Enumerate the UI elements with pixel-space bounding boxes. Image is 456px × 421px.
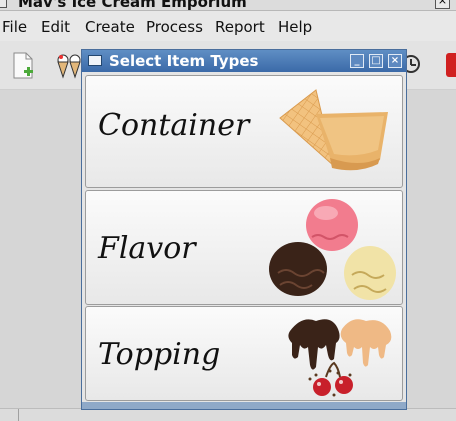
topping-button[interactable]: Topping bbox=[85, 306, 403, 401]
select-item-types-dialog: Select Item Types _ □ × Container Flavor bbox=[81, 49, 407, 410]
waffle-cone-cup-icon bbox=[279, 89, 388, 171]
menu-process[interactable]: Process bbox=[146, 18, 203, 36]
chocolate-caramel-cherries-icon bbox=[288, 319, 392, 397]
exit-icon[interactable] bbox=[446, 53, 456, 77]
container-button[interactable]: Container bbox=[85, 75, 403, 188]
topping-label: Topping bbox=[98, 337, 221, 372]
window-menu-icon[interactable] bbox=[0, 0, 7, 8]
menu-report[interactable]: Report bbox=[215, 18, 265, 36]
close-button[interactable]: × bbox=[388, 54, 402, 68]
app-title: Mav's Ice Cream Emporium bbox=[18, 0, 247, 11]
app-close-button[interactable]: × bbox=[435, 0, 450, 9]
menu-file[interactable]: File bbox=[2, 18, 27, 36]
container-label: Container bbox=[98, 108, 250, 143]
menubar: File Edit Create Process Report Help bbox=[0, 11, 456, 41]
new-document-button[interactable] bbox=[10, 51, 38, 81]
menu-help[interactable]: Help bbox=[278, 18, 312, 36]
flavor-label: Flavor bbox=[98, 231, 196, 266]
menu-create[interactable]: Create bbox=[85, 18, 135, 36]
dialog-titlebar[interactable]: Select Item Types _ □ × bbox=[82, 50, 406, 72]
ice-cream-scoops-icon bbox=[269, 199, 396, 300]
flavor-button[interactable]: Flavor bbox=[85, 190, 403, 305]
dialog-title: Select Item Types bbox=[109, 52, 259, 70]
minimize-button[interactable]: _ bbox=[350, 54, 364, 68]
new-document-icon bbox=[13, 52, 33, 79]
app-titlebar: Mav's Ice Cream Emporium × bbox=[0, 0, 456, 11]
maximize-button[interactable]: □ bbox=[369, 54, 383, 68]
menu-edit[interactable]: Edit bbox=[41, 18, 70, 36]
status-divider bbox=[18, 409, 19, 421]
dialog-window-icon[interactable] bbox=[88, 55, 102, 66]
dialog-bottom-bar bbox=[82, 402, 406, 409]
